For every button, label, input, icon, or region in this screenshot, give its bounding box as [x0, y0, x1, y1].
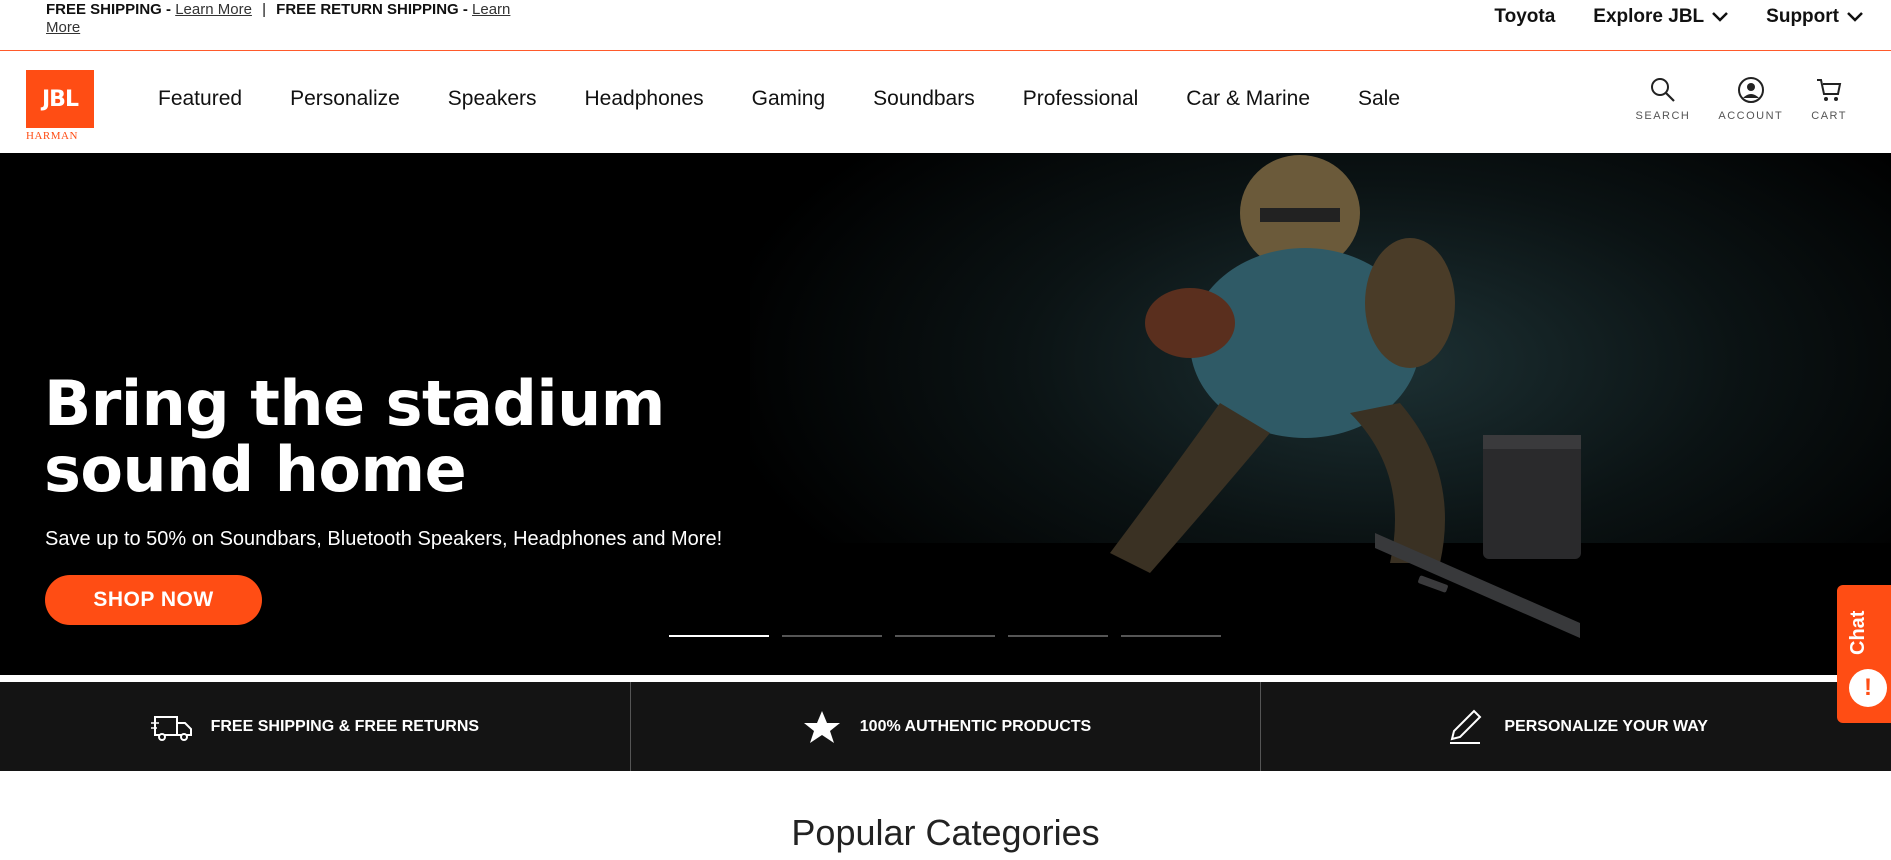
main-menu: Featured Personalize Speakers Headphones… [158, 87, 1400, 111]
explore-jbl-label: Explore JBL [1593, 6, 1705, 27]
account-button[interactable]: ACCOUNT [1718, 76, 1783, 122]
hero-subtext: Save up to 50% on Soundbars, Bluetooth S… [45, 528, 723, 550]
account-icon [1737, 77, 1764, 103]
menu-item-speakers[interactable]: Speakers [448, 87, 537, 111]
carousel-dot[interactable] [895, 635, 995, 637]
menu-item-headphones[interactable]: Headphones [585, 87, 704, 111]
chat-label: Chat [1847, 610, 1869, 655]
cart-label: CART [1811, 110, 1847, 122]
shipping-label: FREE SHIPPING - [46, 1, 172, 18]
carousel-dot[interactable] [1008, 635, 1108, 637]
shipping-learn-more-link[interactable]: Learn More [175, 1, 252, 18]
search-icon [1650, 78, 1675, 102]
main-header: JBL HARMAN Featured Personalize Speakers… [0, 52, 1891, 152]
feature-free-shipping: FREE SHIPPING & FREE RETURNS [0, 682, 631, 771]
menu-item-car-marine[interactable]: Car & Marine [1186, 87, 1310, 111]
menu-item-featured[interactable]: Featured [158, 87, 242, 111]
menu-item-personalize[interactable]: Personalize [290, 87, 400, 111]
hero-headline-line2: sound home [44, 433, 467, 506]
carousel-dot[interactable] [1121, 635, 1221, 637]
menu-item-sale[interactable]: Sale [1358, 87, 1400, 111]
carousel-dot[interactable] [782, 635, 882, 637]
utility-nav: Toyota Explore JBL Support [1494, 6, 1863, 28]
star-icon [803, 710, 840, 743]
support-label: Support [1766, 6, 1839, 27]
chat-bubble-icon: ! [1849, 669, 1887, 707]
chevron-down-icon [1847, 12, 1863, 22]
toyota-label: Toyota [1494, 6, 1556, 27]
search-label: SEARCH [1635, 110, 1691, 122]
search-button[interactable]: SEARCH [1636, 76, 1691, 122]
feature-label: PERSONALIZE YOUR WAY [1504, 717, 1708, 735]
pen-icon [1450, 709, 1482, 744]
hero-headline: Bring the stadium sound home [44, 371, 744, 503]
account-label: ACCOUNT [1718, 110, 1784, 122]
header-actions: SEARCH ACCOUNT CART [1636, 76, 1847, 122]
hero-headline-line1: Bring the stadium [44, 367, 665, 440]
menu-item-professional[interactable]: Professional [1023, 87, 1139, 111]
truck-icon [150, 715, 192, 741]
feature-label: FREE SHIPPING & FREE RETURNS [210, 717, 480, 735]
football-player-soundbar-image [750, 155, 1891, 675]
section-title: Popular Categories [791, 812, 1100, 853]
feature-personalize: PERSONALIZE YOUR WAY [1261, 682, 1891, 771]
features-strip: FREE SHIPPING & FREE RETURNS 100% AUTHEN… [0, 682, 1891, 771]
chevron-down-icon [1712, 12, 1729, 22]
explore-jbl-dropdown[interactable]: Explore JBL [1593, 6, 1729, 28]
hero-banner: Bring the stadium sound home Save up to … [0, 153, 1891, 675]
hero-image [750, 153, 1891, 675]
jbl-logo-box: JBL [26, 70, 94, 128]
toyota-link[interactable]: Toyota [1494, 6, 1555, 28]
jbl-logo[interactable]: JBL HARMAN [26, 70, 98, 142]
menu-item-soundbars[interactable]: Soundbars [873, 87, 975, 111]
promo-text: FREE SHIPPING - Learn More | FREE RETURN… [46, 1, 516, 37]
shop-now-button[interactable]: SHOP NOW [45, 575, 262, 625]
chat-button[interactable]: Chat ! [1837, 585, 1891, 723]
promo-separator: | [262, 1, 266, 18]
feature-label: 100% AUTHENTIC PRODUCTS [859, 717, 1092, 735]
harman-text: HARMAN [26, 130, 78, 142]
feature-authentic: 100% AUTHENTIC PRODUCTS [631, 682, 1262, 771]
carousel-dot[interactable] [669, 635, 769, 637]
cart-button[interactable]: CART [1811, 76, 1847, 122]
carousel-indicators [669, 635, 1221, 637]
menu-item-gaming[interactable]: Gaming [752, 87, 826, 111]
top-promo-bar: FREE SHIPPING - Learn More | FREE RETURN… [0, 0, 1891, 51]
cart-icon [1817, 79, 1842, 101]
logo-text: JBL [42, 86, 79, 112]
support-dropdown[interactable]: Support [1766, 6, 1863, 28]
returns-label: FREE RETURN SHIPPING - [276, 1, 468, 18]
